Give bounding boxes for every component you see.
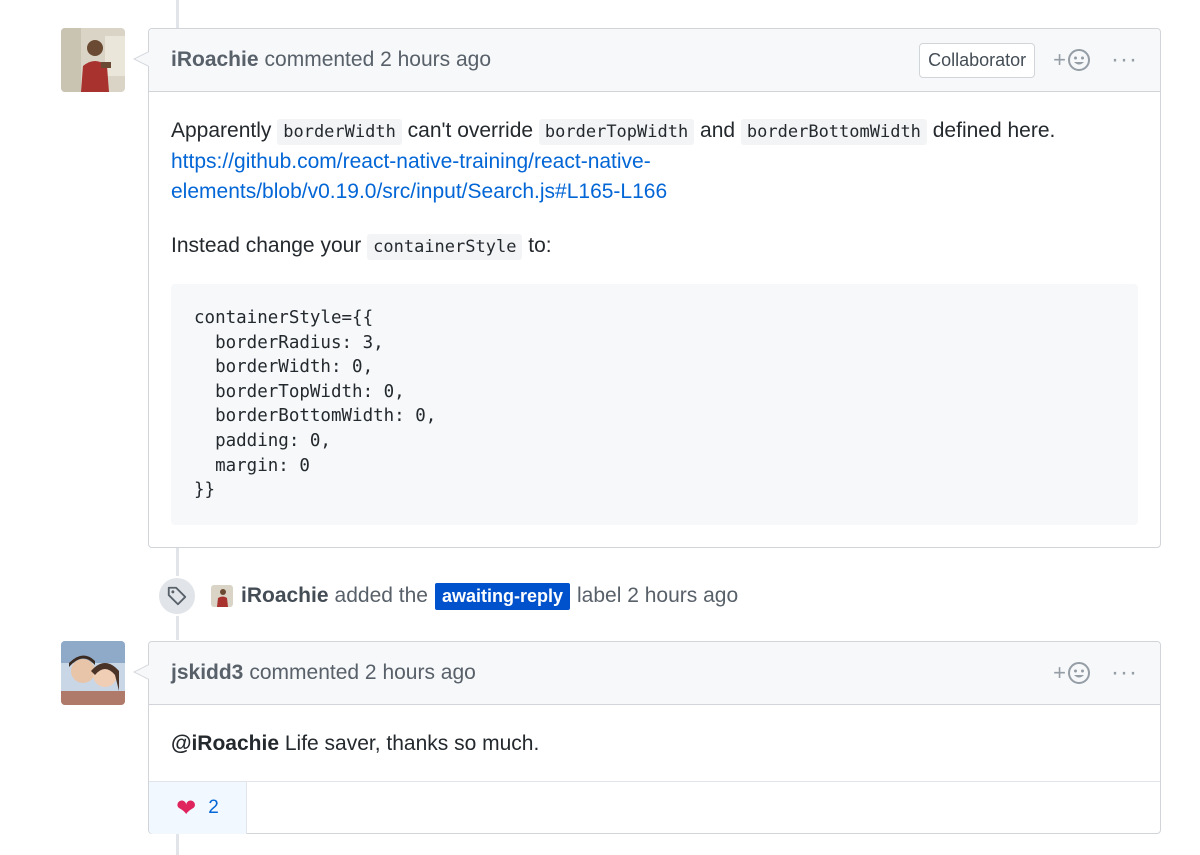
timeline-line-top — [176, 0, 179, 28]
comment-pointer — [133, 664, 149, 680]
inline-code: containerStyle — [367, 234, 523, 260]
avatar-jskidd3[interactable] — [61, 641, 125, 705]
heart-reaction-button[interactable]: ❤ 2 — [149, 782, 247, 834]
timeline-line-bottom — [176, 834, 179, 855]
comment-body: @iRoachie Life saver, thanks so much. — [149, 705, 1160, 781]
heart-icon: ❤ — [176, 794, 197, 822]
inline-code: borderBottomWidth — [740, 119, 927, 145]
inline-code: borderTopWidth — [538, 119, 695, 145]
text-segment: can't override — [401, 119, 539, 142]
text-segment: to: — [522, 234, 552, 257]
comment-paragraph-2: Instead change your containerStyle to: — [171, 231, 1138, 262]
avatar-iroachie[interactable] — [61, 28, 125, 92]
comment-timestamp[interactable]: commented 2 hours ago — [265, 48, 491, 72]
source-link[interactable]: https://github.com/react-native-training… — [171, 150, 667, 203]
code-block: containerStyle={{ borderRadius: 3, borde… — [171, 284, 1138, 525]
comment-author[interactable]: iRoachie — [171, 48, 259, 72]
smiley-icon — [1068, 662, 1091, 684]
more-options-icon[interactable]: ··· — [1111, 48, 1138, 72]
label-event: iRoachie added the awaiting-reply label … — [157, 573, 738, 619]
add-reaction-button[interactable]: + — [1053, 47, 1091, 73]
comment-box-iroachie: iRoachie commented 2 hours ago Collabora… — [133, 28, 1161, 548]
link-line-2: elements/blob/v0.19.0/src/input/Search.j… — [171, 180, 668, 203]
plus-icon: + — [1053, 660, 1067, 685]
comment-paragraph: @iRoachie Life saver, thanks so much. — [171, 729, 1138, 759]
more-options-icon[interactable]: ··· — [1111, 661, 1138, 685]
comment-header: jskidd3 commented 2 hours ago + ··· — [149, 642, 1160, 705]
link-line-1: https://github.com/react-native-training… — [171, 150, 651, 173]
awaiting-reply-label[interactable]: awaiting-reply — [434, 582, 570, 610]
comment-author[interactable]: jskidd3 — [171, 661, 243, 685]
reaction-count: 2 — [208, 797, 219, 818]
event-author[interactable]: iRoachie — [241, 584, 329, 608]
collaborator-badge: Collaborator — [919, 42, 1036, 78]
comment-timestamp[interactable]: commented 2 hours ago — [249, 661, 475, 685]
text-segment: Instead change your — [171, 234, 368, 257]
smiley-icon — [1068, 49, 1091, 71]
user-mention[interactable]: @iRoachie — [171, 732, 279, 755]
text-segment: Life saver, thanks so much. — [279, 732, 540, 755]
comment-body: Apparently borderWidth can't override bo… — [149, 92, 1160, 547]
reactions-bar: ❤ 2 — [149, 781, 1160, 834]
avatar-iroachie-small[interactable] — [211, 585, 233, 607]
comment-header: iRoachie commented 2 hours ago Collabora… — [149, 29, 1160, 92]
tag-icon — [157, 576, 197, 616]
comment-pointer — [133, 51, 149, 67]
comment-paragraph-1: Apparently borderWidth can't override bo… — [171, 116, 1138, 207]
comment-box-jskidd3: jskidd3 commented 2 hours ago + ··· @iRo… — [133, 641, 1161, 834]
text-segment: defined here. — [926, 119, 1056, 142]
inline-code: borderWidth — [277, 119, 402, 145]
plus-icon: + — [1053, 47, 1067, 72]
add-reaction-button[interactable]: + — [1053, 660, 1091, 686]
event-action: added the — [334, 584, 428, 607]
text-segment: and — [694, 119, 741, 142]
event-suffix: label 2 hours ago — [577, 584, 739, 607]
text-segment: Apparently — [171, 119, 278, 142]
